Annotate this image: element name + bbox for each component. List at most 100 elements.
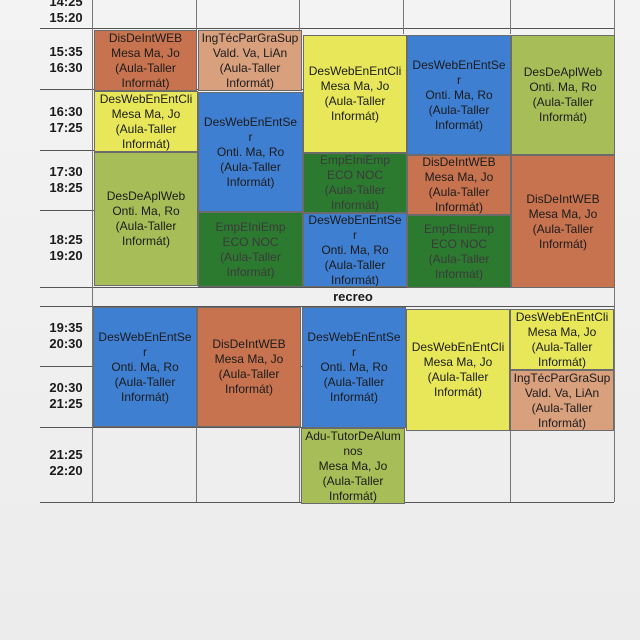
time-start: 21:25 bbox=[49, 447, 83, 462]
class-block-line: (Aula-Taller bbox=[322, 473, 384, 488]
class-block[interactable]: DisDeIntWEB Mesa Ma, Jo (Aula-Taller Inform… bbox=[94, 30, 197, 91]
class-block-line: DesWebEnEntSe bbox=[203, 114, 298, 129]
class-block[interactable]: DesWebEnEntCli Mesa Ma, Jo (Aula-Taller Inf… bbox=[303, 35, 407, 153]
class-block[interactable]: DisDeIntWEB Mesa Ma, Jo (Aula-Taller Inform… bbox=[511, 155, 615, 288]
class-block-line: (Aula-Taller bbox=[115, 219, 177, 233]
grid-line bbox=[196, 0, 197, 34]
class-block-line: Mesa Ma, Jo bbox=[424, 170, 494, 184]
time-slot: 17:30 18:25 bbox=[40, 164, 92, 196]
class-block-line: (Aula-Taller bbox=[532, 95, 594, 109]
class-block[interactable]: DesWebEnEntSe r Onti. Ma, Ro (Aula-Taller In… bbox=[407, 35, 511, 155]
class-block-line: (Aula-Taller bbox=[114, 374, 176, 389]
class-block[interactable]: EmpEIniEmp ECO NOC (Aula-Taller Informát) bbox=[303, 153, 407, 213]
class-block-line: Informát) bbox=[329, 390, 378, 404]
class-block-line: Informát) bbox=[226, 264, 275, 279]
class-block-line: (Aula-Taller bbox=[219, 60, 281, 75]
class-block-line: DesWebEnEntCli bbox=[308, 64, 402, 78]
grid-line bbox=[510, 0, 511, 34]
class-block-line: Mesa Ma, Jo bbox=[318, 458, 388, 473]
class-block[interactable]: DisDeIntWEB Mesa Ma, Jo (Aula-Taller Inform… bbox=[197, 307, 301, 427]
class-block-line: DesWebEnEntSe bbox=[98, 329, 192, 344]
class-block-line: IngTécParGraSup bbox=[513, 370, 611, 385]
class-block-line: Informát) bbox=[121, 136, 170, 151]
break-label: recreo bbox=[333, 289, 373, 304]
class-block-line: IngTécParGraSup bbox=[201, 30, 299, 45]
class-block[interactable]: Adu-TutorDeAlum nos Mesa Ma, Jo (Aula-Talle… bbox=[301, 428, 405, 504]
time-end: 18:25 bbox=[49, 180, 83, 195]
class-block-line: Informát) bbox=[121, 234, 170, 248]
time-slot: 21:25 22:20 bbox=[40, 447, 92, 479]
class-block-line: (Aula-Taller bbox=[220, 159, 281, 174]
class-block-line: Onti. Ma, Ro bbox=[320, 360, 388, 374]
class-block-line: (Aula-Taller bbox=[531, 400, 593, 415]
class-block-line: Mesa Ma, Jo bbox=[528, 206, 598, 221]
time-slot: 16:30 17:25 bbox=[40, 104, 92, 136]
time-start: 16:30 bbox=[49, 104, 83, 119]
class-block[interactable]: DesWebEnEntCli Mesa Ma, Jo (Aula-Taller Inf… bbox=[94, 91, 198, 152]
class-block[interactable]: EmpEIniEmp ECO NOC (Aula-Taller Informát) bbox=[198, 212, 303, 287]
class-block-line: Adu-TutorDeAlum bbox=[305, 428, 401, 443]
class-block-line: Informát) bbox=[537, 415, 586, 430]
class-block-line: (Aula-Taller bbox=[218, 367, 280, 381]
class-block[interactable]: DesWebEnEntSe r Onti. Ma, Ro (Aula-Taller In… bbox=[303, 213, 407, 287]
grid-line bbox=[299, 0, 300, 34]
time-end: 17:25 bbox=[49, 120, 83, 135]
time-slot: 18:25 19:20 bbox=[40, 232, 92, 264]
class-block[interactable]: DesWebEnEntSe r Onti. Ma, Ro (Aula-Taller In… bbox=[93, 307, 197, 427]
class-block-line: Onti. Ma, Ro bbox=[112, 204, 180, 218]
class-block-line: DisDeIntWEB bbox=[422, 155, 496, 169]
class-block-line: Mesa Ma, Jo bbox=[111, 45, 180, 60]
class-block-line: (Aula-Taller bbox=[220, 249, 281, 264]
class-block-line: (Aula-Taller bbox=[115, 60, 176, 75]
class-block[interactable]: DesDeAplWeb Onti. Ma, Ro (Aula-Taller Infor… bbox=[94, 152, 198, 286]
class-block[interactable]: DesDeAplWeb Onti. Ma, Ro (Aula-Taller Infor… bbox=[511, 35, 615, 155]
class-block-line: r bbox=[353, 227, 357, 242]
class-block-line: Onti. Ma, Ro bbox=[321, 242, 389, 257]
class-block-line: DesWebEnEntCli bbox=[515, 309, 609, 324]
class-block-line: ECO NOC bbox=[326, 168, 383, 182]
class-block-line: nos bbox=[343, 443, 363, 458]
class-block-line: r bbox=[352, 345, 356, 359]
class-block-line: Informát) bbox=[121, 75, 170, 90]
class-block-line: DesDeAplWeb bbox=[523, 65, 603, 79]
class-block-line: Vald. Va, LiAn bbox=[524, 385, 600, 400]
class-block-line: Informát) bbox=[120, 389, 169, 404]
time-start: 17:30 bbox=[49, 164, 83, 179]
class-block[interactable]: DesWebEnEntSe r Onti. Ma, Ro (Aula-Taller In… bbox=[198, 92, 303, 212]
class-block-line: Mesa Ma, Jo bbox=[214, 352, 284, 366]
class-block-line: Informát) bbox=[434, 117, 483, 132]
grid-line bbox=[196, 427, 197, 502]
class-block-line: Informát) bbox=[434, 266, 483, 281]
class-block-line: Onti. Ma, Ro bbox=[216, 144, 285, 159]
class-block[interactable]: DesWebEnEntCli Mesa Ma, Jo (Aula-Taller Inf… bbox=[406, 309, 510, 431]
class-block[interactable]: EmpEIniEmp ECO NOC (Aula-Taller Informát) bbox=[407, 215, 511, 288]
class-block-line: DisDeIntWEB bbox=[108, 30, 183, 45]
class-block[interactable]: DesWebEnEntCli Mesa Ma, Jo (Aula-Taller Inf… bbox=[510, 309, 614, 370]
class-block-line: Vald. Va, LiAn bbox=[212, 45, 288, 60]
class-block-line: r bbox=[143, 344, 147, 359]
class-block-line: ECO NOC bbox=[430, 236, 487, 251]
class-block-line: Onti. Ma, Ro bbox=[111, 359, 179, 374]
class-block-line: DisDeIntWEB bbox=[212, 337, 286, 351]
class-block-line: Informát) bbox=[433, 385, 482, 399]
class-block[interactable]: IngTécParGraSup Vald. Va, LiAn (Aula-Talle… bbox=[510, 370, 614, 431]
class-block-line: (Aula-Taller bbox=[428, 251, 490, 266]
class-block[interactable]: DesWebEnEntSe r Onti. Ma, Ro (Aula-Taller In… bbox=[302, 307, 406, 428]
timetable-sheet: 14:25 15:20 15:35 16:30 16:30 17:25 17:30 18… bbox=[0, 0, 640, 640]
class-block[interactable]: IngTécParGraSup Vald. Va, LiAn (Aula-Talle… bbox=[198, 30, 302, 91]
class-block-line: r bbox=[457, 72, 461, 87]
class-block-line: (Aula-Taller bbox=[323, 375, 385, 389]
class-block-line: (Aula-Taller bbox=[115, 121, 177, 136]
class-block-line: Informát) bbox=[328, 488, 377, 503]
class-block[interactable]: DisDeIntWEB Mesa Ma, Jo (Aula-Taller Inform… bbox=[407, 155, 511, 215]
time-end: 20:30 bbox=[49, 336, 83, 351]
grid-line bbox=[510, 427, 511, 502]
class-block-line: r bbox=[248, 129, 253, 144]
time-end: 16:30 bbox=[49, 60, 83, 75]
time-end: 22:20 bbox=[49, 463, 83, 478]
class-block-line: (Aula-Taller bbox=[324, 94, 386, 108]
time-start: 14:25 bbox=[49, 0, 83, 9]
class-block-line: (Aula-Taller bbox=[324, 257, 386, 272]
class-block-line: (Aula-Taller bbox=[532, 221, 594, 236]
class-block-line: Mesa Ma, Jo bbox=[111, 106, 181, 121]
